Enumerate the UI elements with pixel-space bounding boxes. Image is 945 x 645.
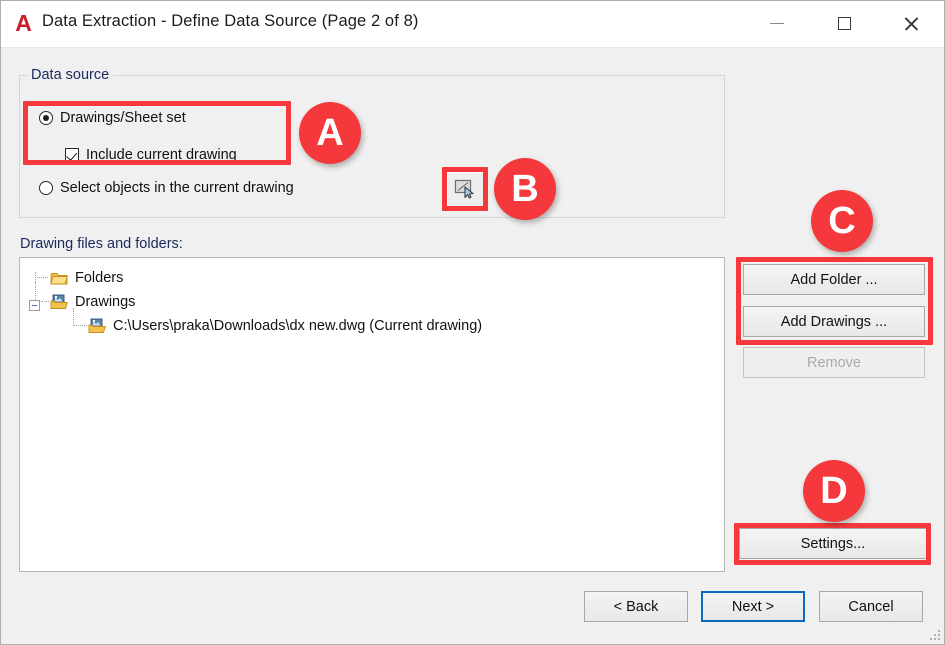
window-title: Data Extraction - Define Data Source (Pa… <box>42 12 419 30</box>
annotation-marker-d: D <box>803 460 865 522</box>
tree-node-drawings-label: Drawings <box>75 294 136 310</box>
checkbox-include-current-drawing-indicator[interactable] <box>65 148 79 162</box>
radio-drawings-sheet-set-label: Drawings/Sheet set <box>60 110 186 126</box>
tree-connector <box>73 325 87 326</box>
select-objects-button[interactable] <box>446 171 484 207</box>
maximize-icon <box>837 17 851 30</box>
radio-select-objects[interactable]: Select objects in the current drawing <box>39 180 294 196</box>
remove-button: Remove <box>743 347 925 378</box>
annotation-marker-c: C <box>811 190 873 252</box>
data-extraction-dialog: A Data Extraction - Define Data Source (… <box>0 0 945 645</box>
tree-node-drawing-file-label: C:\Users\praka\Downloads\dx new.dwg (Cur… <box>113 318 483 334</box>
close-button[interactable] <box>882 1 940 46</box>
autocad-logo-icon: A <box>10 10 36 36</box>
tree-node-drawing-file[interactable]: C:\Users\praka\Downloads\dx new.dwg (Cur… <box>88 318 482 334</box>
resize-grip[interactable] <box>927 627 940 640</box>
minimize-button[interactable] <box>748 1 806 46</box>
tree-expander-drawings[interactable] <box>29 300 40 311</box>
tree-connector <box>73 308 74 324</box>
add-folder-button[interactable]: Add Folder ... <box>743 264 925 295</box>
autocad-logo-glyph: A <box>15 9 32 36</box>
tree-node-drawings[interactable]: Drawings <box>50 294 135 310</box>
checkbox-include-current-drawing[interactable]: Include current drawing <box>65 147 237 163</box>
drawing-file-icon <box>88 318 106 333</box>
tree-connector <box>35 282 36 300</box>
radio-select-objects-label: Select objects in the current drawing <box>60 180 294 196</box>
next-button[interactable]: Next > <box>701 591 805 622</box>
title-bar: A Data Extraction - Define Data Source (… <box>1 1 944 48</box>
back-button[interactable]: < Back <box>584 591 688 622</box>
drawing-folder-icon <box>50 294 68 309</box>
select-objects-icon <box>454 179 474 199</box>
close-icon <box>903 16 919 32</box>
maximize-button[interactable] <box>815 1 873 46</box>
radio-select-objects-indicator[interactable] <box>39 181 53 195</box>
folder-icon <box>50 273 68 285</box>
minimize-icon <box>770 22 784 25</box>
tree-connector <box>41 301 49 302</box>
drawing-files-tree[interactable]: Folders Drawings C:\Users\praka\Download… <box>19 257 725 572</box>
tree-node-folders[interactable]: Folders <box>50 270 123 286</box>
cancel-button[interactable]: Cancel <box>819 591 923 622</box>
settings-button[interactable]: Settings... <box>739 528 927 559</box>
data-source-group-label: Data source <box>27 67 114 83</box>
add-drawings-button[interactable]: Add Drawings ... <box>743 306 925 337</box>
tree-node-folders-label: Folders <box>75 270 124 286</box>
radio-drawings-sheet-set[interactable]: Drawings/Sheet set <box>39 110 186 126</box>
tree-label: Drawing files and folders: <box>20 236 183 252</box>
radio-drawings-sheet-set-indicator[interactable] <box>39 111 53 125</box>
tree-connector <box>35 277 48 278</box>
checkbox-include-current-drawing-label: Include current drawing <box>86 147 237 163</box>
